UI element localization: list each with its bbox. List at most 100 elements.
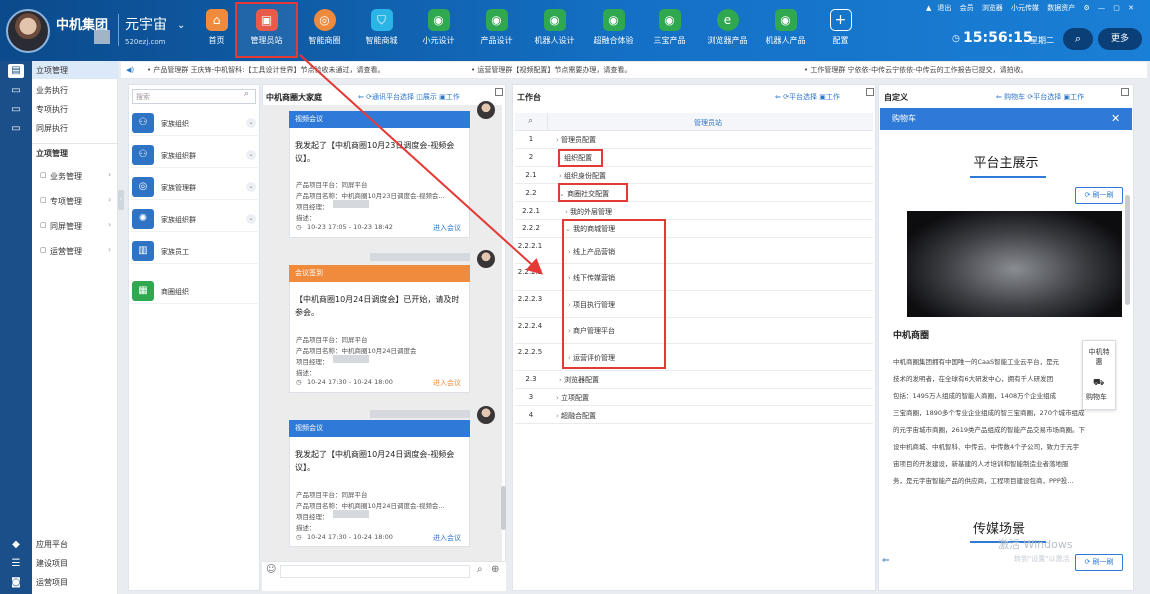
refresh-button[interactable]: ⟳ 刷一刷 [1075, 554, 1123, 571]
nav-product-design[interactable]: ◉ 产品设计 [468, 6, 525, 56]
nav-xiaoyuan-design[interactable]: ◉ 小元设计 [410, 6, 467, 56]
chevron-right-icon[interactable]: › [108, 220, 111, 229]
minimize-icon[interactable]: — [1098, 4, 1105, 12]
weekday: 星期二 [1030, 36, 1054, 45]
header-search-button[interactable]: ⌕ [1063, 28, 1093, 50]
message-text: 我发起了【中机商圈10月24日调度会-视频会议】。 [295, 450, 455, 472]
display-link[interactable]: 展示 [423, 93, 437, 101]
chevron-right-icon[interactable]: › [108, 195, 111, 204]
back-icon[interactable]: ⇐ [996, 93, 1002, 101]
nav-smart-business[interactable]: ◎ 智能商圈 [296, 6, 353, 56]
sidebar-item-sync-exec[interactable]: 同屏执行 [36, 123, 68, 134]
row-label[interactable]: › 浏览器配置 [559, 375, 599, 385]
nav-hyper-fusion[interactable]: ◉ 超融合体验 [585, 6, 642, 56]
enter-meeting-link[interactable]: 进入会议 [433, 378, 461, 388]
chat-message-input[interactable] [280, 565, 470, 578]
row-label[interactable]: › 我的外层管理 [565, 207, 612, 217]
nav-admin-station[interactable]: ▣ 管理员站 [238, 6, 295, 56]
close-icon[interactable]: ✕ [1111, 112, 1120, 125]
comm-platform-link[interactable]: 通讯平台选择 [372, 93, 414, 101]
row-label-text: 管理员配置 [561, 136, 597, 145]
ticker-item[interactable]: • 产品管理群 王庆锋-中机智科:【工具设计世界】节点验收未通过，请查看。 [147, 62, 384, 78]
sidebar-icon-rail [0, 61, 32, 594]
monitor-icon: ▭ [11, 85, 21, 96]
panel-minimize-icon[interactable] [866, 88, 874, 96]
user-avatar[interactable] [6, 9, 50, 53]
chat-scrollbar[interactable] [501, 486, 506, 530]
nav-config[interactable]: + 配置 [812, 6, 869, 56]
back-icon[interactable]: ⇐ [358, 93, 364, 101]
work-link[interactable]: 工作 [1070, 93, 1084, 101]
sidebar-item-project-mgmt[interactable]: 立项管理 [36, 65, 68, 76]
sidebar-item-business-exec[interactable]: 业务执行 [36, 85, 68, 96]
emoji-icon[interactable]: ☺ [266, 564, 276, 575]
nav-browser-products[interactable]: e 浏览器产品 [699, 6, 756, 56]
back-icon[interactable]: ⇐ [775, 93, 781, 101]
panel-minimize-icon[interactable] [495, 88, 503, 96]
nav-smart-mall[interactable]: ⛉ 智能商城 [353, 6, 410, 56]
platform-select-link[interactable]: 平台选择 [789, 93, 817, 101]
family-group-label: 家族管理群 [161, 184, 196, 192]
nav-robot-design[interactable]: ◉ 机器人设计 [526, 6, 583, 56]
platform-video[interactable] [907, 211, 1122, 317]
nav-home[interactable]: ⌂ 首页 [188, 6, 245, 56]
link-browser[interactable]: 浏览器 [982, 4, 1003, 12]
sidebar-menu-sync[interactable]: 同屏管理 [50, 221, 82, 232]
add-icon[interactable]: ⊕ [491, 564, 499, 575]
chevron-right-icon[interactable]: › [108, 170, 111, 179]
row-label[interactable]: › 立项配置 [556, 393, 589, 403]
work-link[interactable]: 工作 [826, 93, 840, 101]
cart-link[interactable]: 购物车 [1004, 93, 1025, 101]
collapse-handle[interactable]: ‹ [118, 190, 124, 210]
custom-scrollbar[interactable] [1125, 195, 1130, 305]
universe-title[interactable]: 元宇宙 [125, 14, 167, 34]
float-cart[interactable]: 购物车 [1086, 392, 1107, 402]
row-label[interactable]: › 管理员配置 [556, 135, 596, 145]
ticker-item[interactable]: • 工作管理群 宁依依-中传云宁依依-中传云的工作报告已提交，请拍收。 [804, 62, 1028, 78]
sidebar-item-special-exec[interactable]: 专项执行 [36, 104, 68, 115]
blurred-username [94, 30, 110, 44]
search-icon[interactable]: ⌕ [477, 564, 483, 575]
link-xiaoyuan-media[interactable]: 小元传媒 [1011, 4, 1039, 12]
link-member[interactable]: 会员 [960, 4, 974, 12]
sidebar-item-construction[interactable]: 建设项目 [36, 558, 68, 569]
link-logout[interactable]: 退出 [937, 4, 951, 12]
chevron-down-icon[interactable]: ⌄ [246, 182, 256, 192]
ticker-item[interactable]: • 运营管理群【视频配置】节点需要办理，请查看。 [471, 62, 631, 78]
search-icon[interactable]: ⌕ [528, 116, 533, 126]
row-label[interactable]: › 组织身份配置 [559, 171, 606, 181]
chevron-down-icon[interactable]: ⌄ [246, 214, 256, 224]
link-data-assets[interactable]: 数据资产 [1047, 4, 1075, 12]
back-icon[interactable]: ⇐ [882, 556, 890, 566]
chevron-down-icon[interactable]: ⌄ [246, 118, 256, 128]
family-search-input[interactable] [132, 89, 256, 104]
panel-minimize-icon[interactable] [1121, 88, 1129, 96]
sidebar-menu-special[interactable]: 专项管理 [50, 196, 82, 207]
nav-sanbao-products[interactable]: ◉ 三宝产品 [641, 6, 698, 56]
close-icon[interactable]: ✕ [1128, 4, 1134, 12]
employee-icon: ▥ [132, 241, 154, 261]
sender-avatar [477, 101, 495, 119]
chevron-down-icon[interactable]: ⌄ [246, 150, 256, 160]
enter-meeting-link[interactable]: 进入会议 [433, 533, 461, 543]
more-button[interactable]: 更多 [1098, 28, 1142, 50]
work-link[interactable]: 工作 [446, 93, 460, 101]
gear-icon: ✺ [132, 209, 154, 229]
float-special-offer[interactable]: 中机特惠 [1087, 347, 1111, 367]
sidebar-menu-operation[interactable]: 运营管理 [50, 246, 82, 257]
sidebar-item-app-platform[interactable]: 应用平台 [36, 539, 68, 550]
business-org-icon: ▦ [132, 281, 154, 301]
platform-select-link[interactable]: 平台选择 [1033, 93, 1061, 101]
refresh-button[interactable]: ⟳ 刷一刷 [1075, 187, 1123, 204]
chevron-down-icon[interactable]: ⌄ [177, 20, 185, 31]
restore-icon[interactable]: ▢ [1113, 4, 1120, 12]
meta-platform: 产品项目平台：同屏平台 [296, 336, 368, 344]
enter-meeting-link[interactable]: 进入会议 [433, 223, 461, 233]
row-label[interactable]: › 超融合配置 [556, 411, 596, 421]
search-icon[interactable]: ⌕ [244, 89, 249, 99]
settings-icon[interactable]: ⚙ [1084, 4, 1090, 12]
nav-robot-products[interactable]: ◉ 机器人产品 [757, 6, 814, 56]
sidebar-menu-business[interactable]: 业务管理 [50, 171, 82, 182]
sidebar-item-operation-proj[interactable]: 运营项目 [36, 577, 68, 588]
chevron-right-icon[interactable]: › [108, 245, 111, 254]
